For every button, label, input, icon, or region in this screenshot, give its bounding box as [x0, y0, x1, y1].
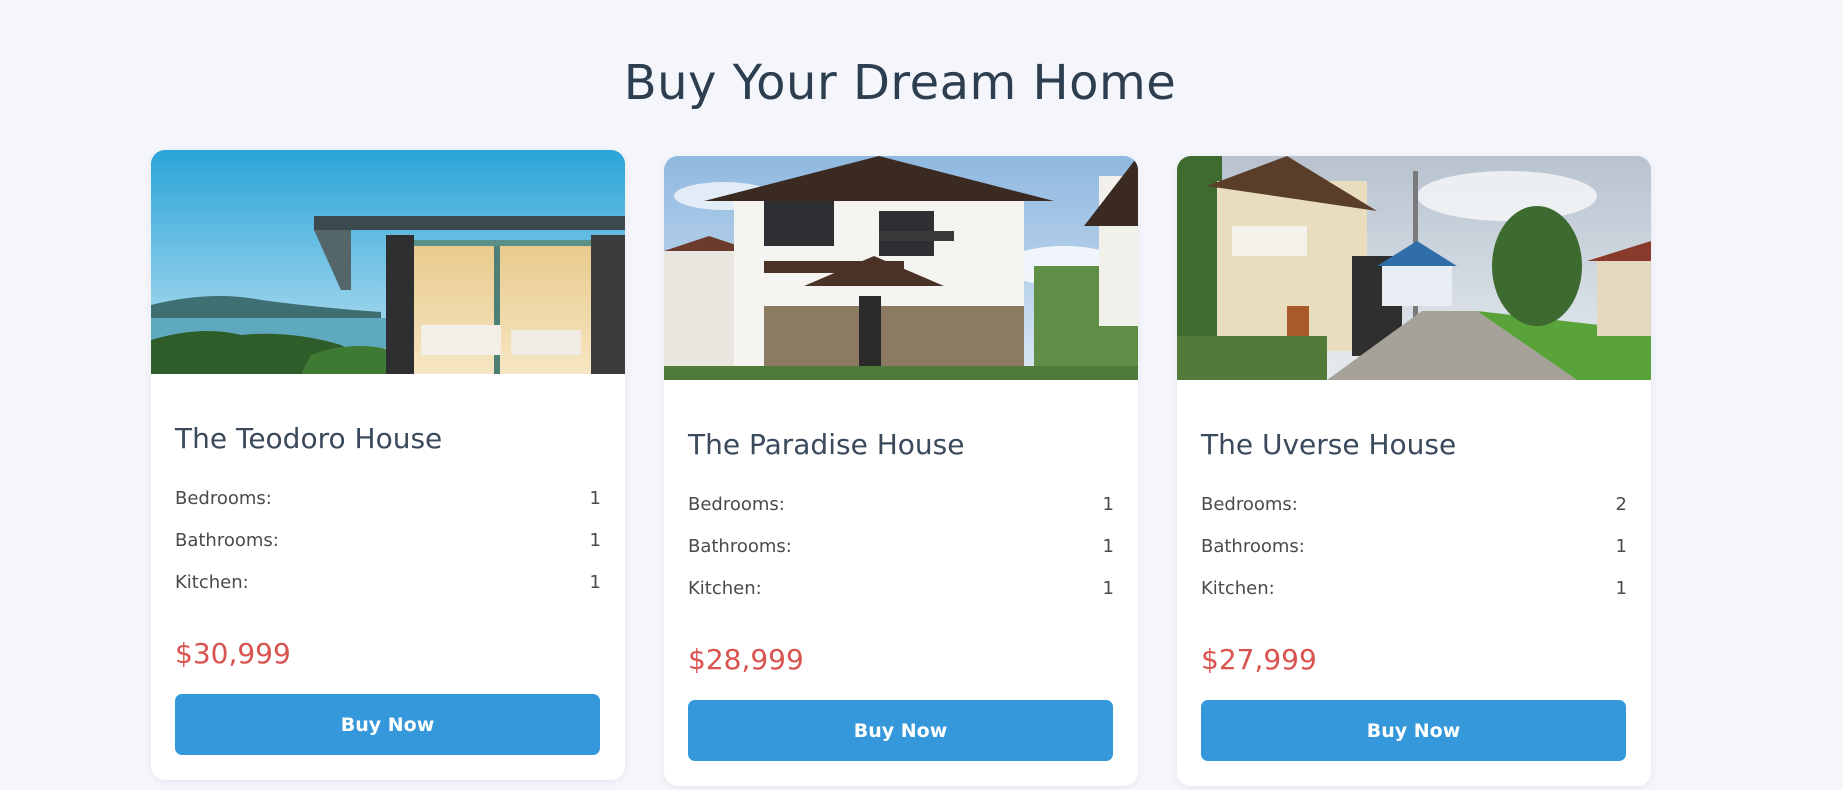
spec-value: 1 — [589, 487, 601, 509]
spec-row-bathrooms: Bathrooms: 1 — [688, 525, 1114, 567]
spec-label: Bathrooms: — [688, 535, 792, 557]
spec-value: 1 — [589, 571, 601, 593]
spec-list: Bedrooms: 1 Bathrooms: 1 Kitchen: 1 — [175, 477, 601, 603]
price: $27,999 — [1201, 643, 1317, 676]
spec-label: Kitchen: — [175, 571, 249, 593]
spec-row-bathrooms: Bathrooms: 1 — [175, 519, 601, 561]
spec-row-bedrooms: Bedrooms: 1 — [175, 477, 601, 519]
house-name: The Paradise House — [688, 428, 965, 461]
buy-now-button[interactable]: Buy Now — [175, 694, 600, 755]
house-card-teodoro: The Teodoro House Bedrooms: 1 Bathrooms:… — [151, 150, 625, 780]
spec-row-kitchen: Kitchen: 1 — [1201, 567, 1627, 609]
page-title: Buy Your Dream Home — [623, 55, 1177, 111]
spec-value: 1 — [1102, 535, 1114, 557]
page: Buy Your Dream Home The Teodoro House Be… — [0, 0, 1843, 790]
house-card-paradise: The Paradise House Bedrooms: 1 Bathrooms… — [664, 156, 1138, 786]
spec-value: 1 — [589, 529, 601, 551]
spec-list: Bedrooms: 1 Bathrooms: 1 Kitchen: 1 — [688, 483, 1114, 609]
spec-row-kitchen: Kitchen: 1 — [175, 561, 601, 603]
spec-list: Bedrooms: 2 Bathrooms: 1 Kitchen: 1 — [1201, 483, 1627, 609]
buy-now-button[interactable]: Buy Now — [1201, 700, 1626, 761]
spec-row-bathrooms: Bathrooms: 1 — [1201, 525, 1627, 567]
spec-label: Bathrooms: — [175, 529, 279, 551]
spec-label: Kitchen: — [688, 577, 762, 599]
house-name: The Teodoro House — [175, 422, 443, 455]
spec-label: Bedrooms: — [175, 487, 272, 509]
spec-row-bedrooms: Bedrooms: 2 — [1201, 483, 1627, 525]
spec-value: 2 — [1615, 493, 1627, 515]
house-name: The Uverse House — [1201, 428, 1457, 461]
spec-label: Bedrooms: — [688, 493, 785, 515]
house-card-uverse: The Uverse House Bedrooms: 2 Bathrooms: … — [1177, 156, 1651, 786]
spec-label: Kitchen: — [1201, 577, 1275, 599]
house-photo-uverse — [1177, 156, 1651, 380]
house-photo-teodoro — [151, 150, 625, 374]
spec-value: 1 — [1102, 577, 1114, 599]
spec-label: Bedrooms: — [1201, 493, 1298, 515]
price: $30,999 — [175, 637, 291, 670]
spec-label: Bathrooms: — [1201, 535, 1305, 557]
house-photo-paradise — [664, 156, 1138, 380]
price: $28,999 — [688, 643, 804, 676]
buy-now-button[interactable]: Buy Now — [688, 700, 1113, 761]
spec-row-bedrooms: Bedrooms: 1 — [688, 483, 1114, 525]
spec-row-kitchen: Kitchen: 1 — [688, 567, 1114, 609]
spec-value: 1 — [1102, 493, 1114, 515]
spec-value: 1 — [1615, 577, 1627, 599]
spec-value: 1 — [1615, 535, 1627, 557]
